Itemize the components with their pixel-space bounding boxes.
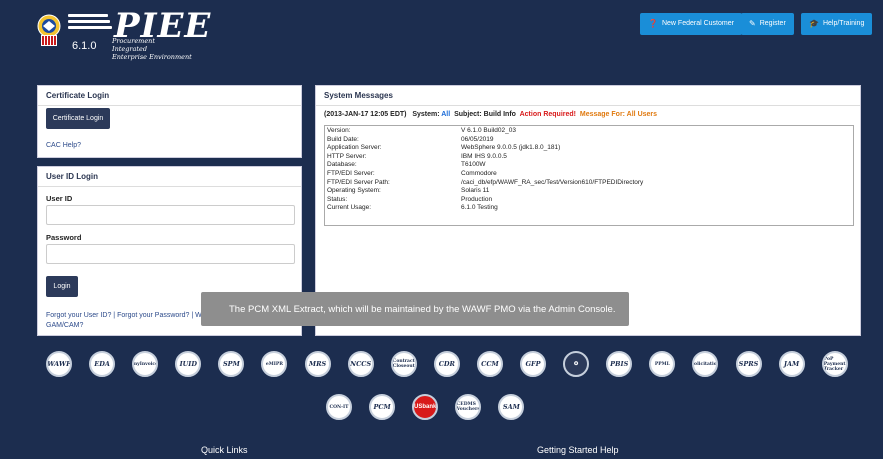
table-row: FTP/EDI Server Path: /caci_db/efp/WAWF_RA… xyxy=(327,179,851,188)
myinvoice-app-icon[interactable]: myInvoice xyxy=(132,351,159,377)
pbis-app-icon[interactable]: PBIS xyxy=(606,351,633,377)
row-key: Database: xyxy=(327,161,357,169)
table-row: Status: Production xyxy=(327,196,851,205)
message-for-label: Message For: All Users xyxy=(579,111,658,118)
logo-lines-icon xyxy=(68,14,112,36)
subject-label: Subject: xyxy=(454,111,482,118)
sam-app-icon[interactable]: SAM xyxy=(498,394,525,420)
row-value: Production xyxy=(461,195,493,203)
user-id-input[interactable] xyxy=(46,205,295,225)
table-row: Operating System: Solaris 11 xyxy=(327,187,851,196)
row-key: Application Server: xyxy=(327,144,382,152)
new-federal-customer-label: New Federal Customer xyxy=(661,20,734,27)
table-row: FTP/EDI Server: Commodore xyxy=(327,170,851,179)
row-key: Status: xyxy=(327,195,348,203)
app-icons-row-1: WAWF EDA myInvoice IUID SPM eMIPR MRS NC… xyxy=(46,351,865,377)
table-row: Application Server: WebSphere 9.0.0.5 (jd… xyxy=(327,144,851,153)
pencil-icon: ✎ xyxy=(749,19,756,28)
solicitation-app-icon[interactable]: Solicitation xyxy=(692,351,719,377)
row-value: /caci_db/efp/WAWF_RA_sec/Test/Version610… xyxy=(461,178,644,186)
version-label: 6.1.0 xyxy=(72,40,97,52)
subject-value: Build Info xyxy=(483,111,516,118)
row-value: V 6.1.0 Build02_03 xyxy=(461,127,516,134)
row-key: FTP/EDI Server: xyxy=(327,169,375,177)
row-value: Commodore xyxy=(461,169,497,177)
iuid-app-icon[interactable]: IUID xyxy=(175,351,202,377)
build-info-table: Version: V 6.1.0 Build02_03 Build Date: 06… xyxy=(324,125,854,226)
jam-app-icon[interactable]: JAM xyxy=(778,351,805,377)
row-value: T6100W xyxy=(461,161,486,169)
graduation-cap-icon: 🎓 xyxy=(809,19,819,28)
row-key: Build Date: xyxy=(327,135,359,143)
message-header: (2013-JAN-17 12:05 EDT) System: All Subj… xyxy=(324,111,657,118)
row-key: Current Usage: xyxy=(327,204,372,212)
wawf-app-icon[interactable]: WAWF xyxy=(46,351,72,377)
usbank-app-icon[interactable]: USbank xyxy=(412,394,439,420)
row-key: FTP/EDI Server Path: xyxy=(327,178,390,186)
logo-subtitle-line1: Procurement Integrated xyxy=(112,37,155,53)
pop-payment-tracker-app-icon[interactable]: PoP Payment Tracker xyxy=(821,351,848,377)
ccm-app-icon[interactable]: CCM xyxy=(476,351,503,377)
row-value: WebSphere 9.0.0.5 (jdk1.8.0_181) xyxy=(461,144,561,152)
row-value: 6.1.0 Testing xyxy=(461,204,498,212)
register-label: Register xyxy=(759,20,786,27)
user-id-login-title: User ID Login xyxy=(38,167,301,187)
pcm-app-icon[interactable]: PCM xyxy=(369,394,396,420)
password-input[interactable] xyxy=(46,244,295,264)
contract-closeout-app-icon[interactable]: Contract Closeout xyxy=(390,351,417,377)
forgot-links[interactable]: Forgot your User ID? | Forgot your Passw… xyxy=(46,312,206,319)
row-value: Solaris 11 xyxy=(461,187,490,195)
certificate-login-panel: Certificate Login Certificate Login CAC … xyxy=(37,85,302,158)
cac-help-link[interactable]: CAC Help? xyxy=(46,142,81,149)
system-value: All xyxy=(441,111,451,118)
app-icons-row-2: CON-IT PCM USbank CEDMS Vouchers SAM xyxy=(326,394,541,420)
eda-app-icon[interactable]: EDA xyxy=(89,351,116,377)
gfp-app-icon[interactable]: GFP xyxy=(520,351,547,377)
header: PIEE 6.1.0 Procurement Integrated Enterp… xyxy=(0,0,883,78)
help-training-button[interactable]: 🎓 Help/Training xyxy=(801,13,873,35)
dod-seal-icon xyxy=(34,14,64,48)
help-training-label: Help/Training xyxy=(822,20,865,27)
table-row: Current Usage: 6.1.0 Testing xyxy=(327,204,851,213)
certificate-login-button[interactable]: Certificate Login xyxy=(46,108,110,129)
getting-started-heading: Getting Started Help xyxy=(537,445,619,455)
question-circle-icon: ❓ xyxy=(648,19,658,28)
new-federal-customer-button[interactable]: ❓ New Federal Customer xyxy=(640,13,742,35)
nccs-app-icon[interactable]: NCCS xyxy=(347,351,374,377)
table-row: HTTP Server: IBM IHS 9.0.0.5 xyxy=(327,153,851,162)
login-button[interactable]: Login xyxy=(46,276,78,297)
system-label: System: xyxy=(412,111,440,118)
row-value: 06/05/2019 xyxy=(461,135,494,143)
emipr-app-icon[interactable]: eMIPR xyxy=(261,351,288,377)
spm-app-icon[interactable]: SPM xyxy=(218,351,245,377)
dod-seal-app-icon[interactable]: ✪ xyxy=(563,351,590,377)
table-row: Version: V 6.1.0 Build02_03 xyxy=(327,127,851,136)
sprs-app-icon[interactable]: SPRS xyxy=(735,351,762,377)
action-required-label: Action Required! xyxy=(519,111,576,118)
logo-subtitle-line2: Enterprise Environment xyxy=(112,53,192,61)
logo-subtitle: Procurement Integrated Enterprise Enviro… xyxy=(112,37,192,61)
user-id-label: User ID xyxy=(46,194,73,203)
message-date: (2013-JAN-17 12:05 EDT) xyxy=(324,111,407,118)
toast-notification: The PCM XML Extract, which will be maint… xyxy=(201,292,629,326)
certificate-login-title: Certificate Login xyxy=(38,86,301,106)
mrs-app-icon[interactable]: MRS xyxy=(304,351,331,377)
password-label: Password xyxy=(46,233,82,242)
table-row: Database: T6100W xyxy=(327,161,851,170)
row-key: Version: xyxy=(327,127,351,134)
cedms-vouchers-app-icon[interactable]: CEDMS Vouchers xyxy=(455,394,482,420)
row-key: Operating System: xyxy=(327,187,381,195)
ppml-app-icon[interactable]: PPML xyxy=(649,351,676,377)
quick-links-heading: Quick Links xyxy=(201,445,248,455)
register-button[interactable]: ✎ Register xyxy=(741,13,794,35)
system-messages-title: System Messages xyxy=(316,86,860,106)
row-value: IBM IHS 9.0.0.5 xyxy=(461,152,507,160)
gam-cam-link[interactable]: GAM/CAM? xyxy=(46,322,83,329)
table-row: Build Date: 06/05/2019 xyxy=(327,136,851,145)
row-key: HTTP Server: xyxy=(327,152,367,160)
con-it-app-icon[interactable]: CON-IT xyxy=(326,394,352,420)
cdr-app-icon[interactable]: CDR xyxy=(433,351,460,377)
